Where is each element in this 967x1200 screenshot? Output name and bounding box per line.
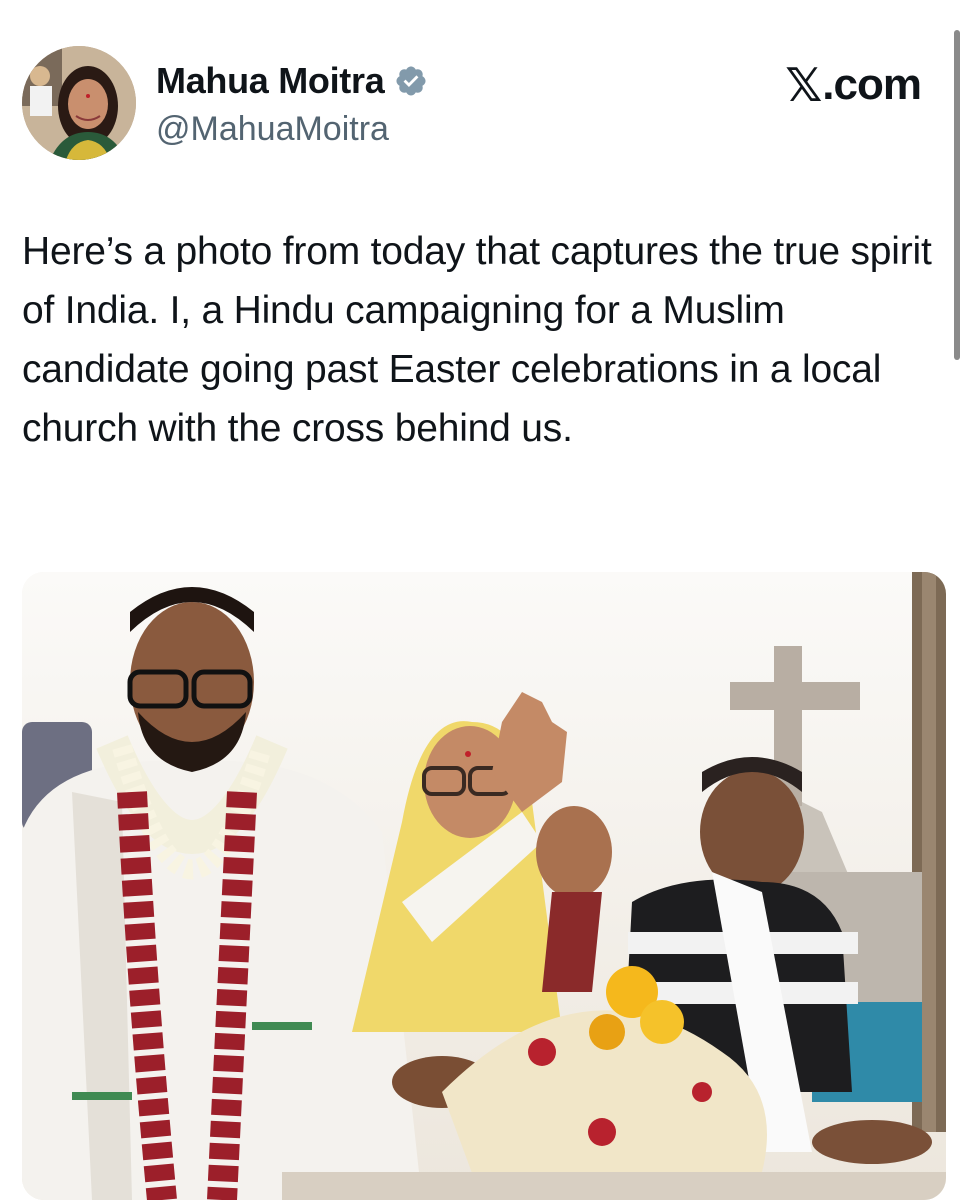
campaign-photo-image [22,572,946,1200]
avatar-photo-icon [22,46,136,160]
author-display-name[interactable]: Mahua Moitra [156,60,385,102]
tweet-body-text: Here’s a photo from today that captures … [22,230,932,450]
page-scrollbar[interactable] [954,30,960,360]
site-watermark: 𝕏 .com [785,58,922,112]
verified-badge-icon [394,64,428,98]
author-handle[interactable]: @MahuaMoitra [156,110,389,149]
tweet-media-photo[interactable] [22,572,946,1200]
site-domain-label: .com [822,60,922,109]
author-avatar[interactable] [22,46,136,160]
author-name-row[interactable]: Mahua Moitra [156,60,428,102]
x-logo-icon: 𝕏 [785,58,822,112]
